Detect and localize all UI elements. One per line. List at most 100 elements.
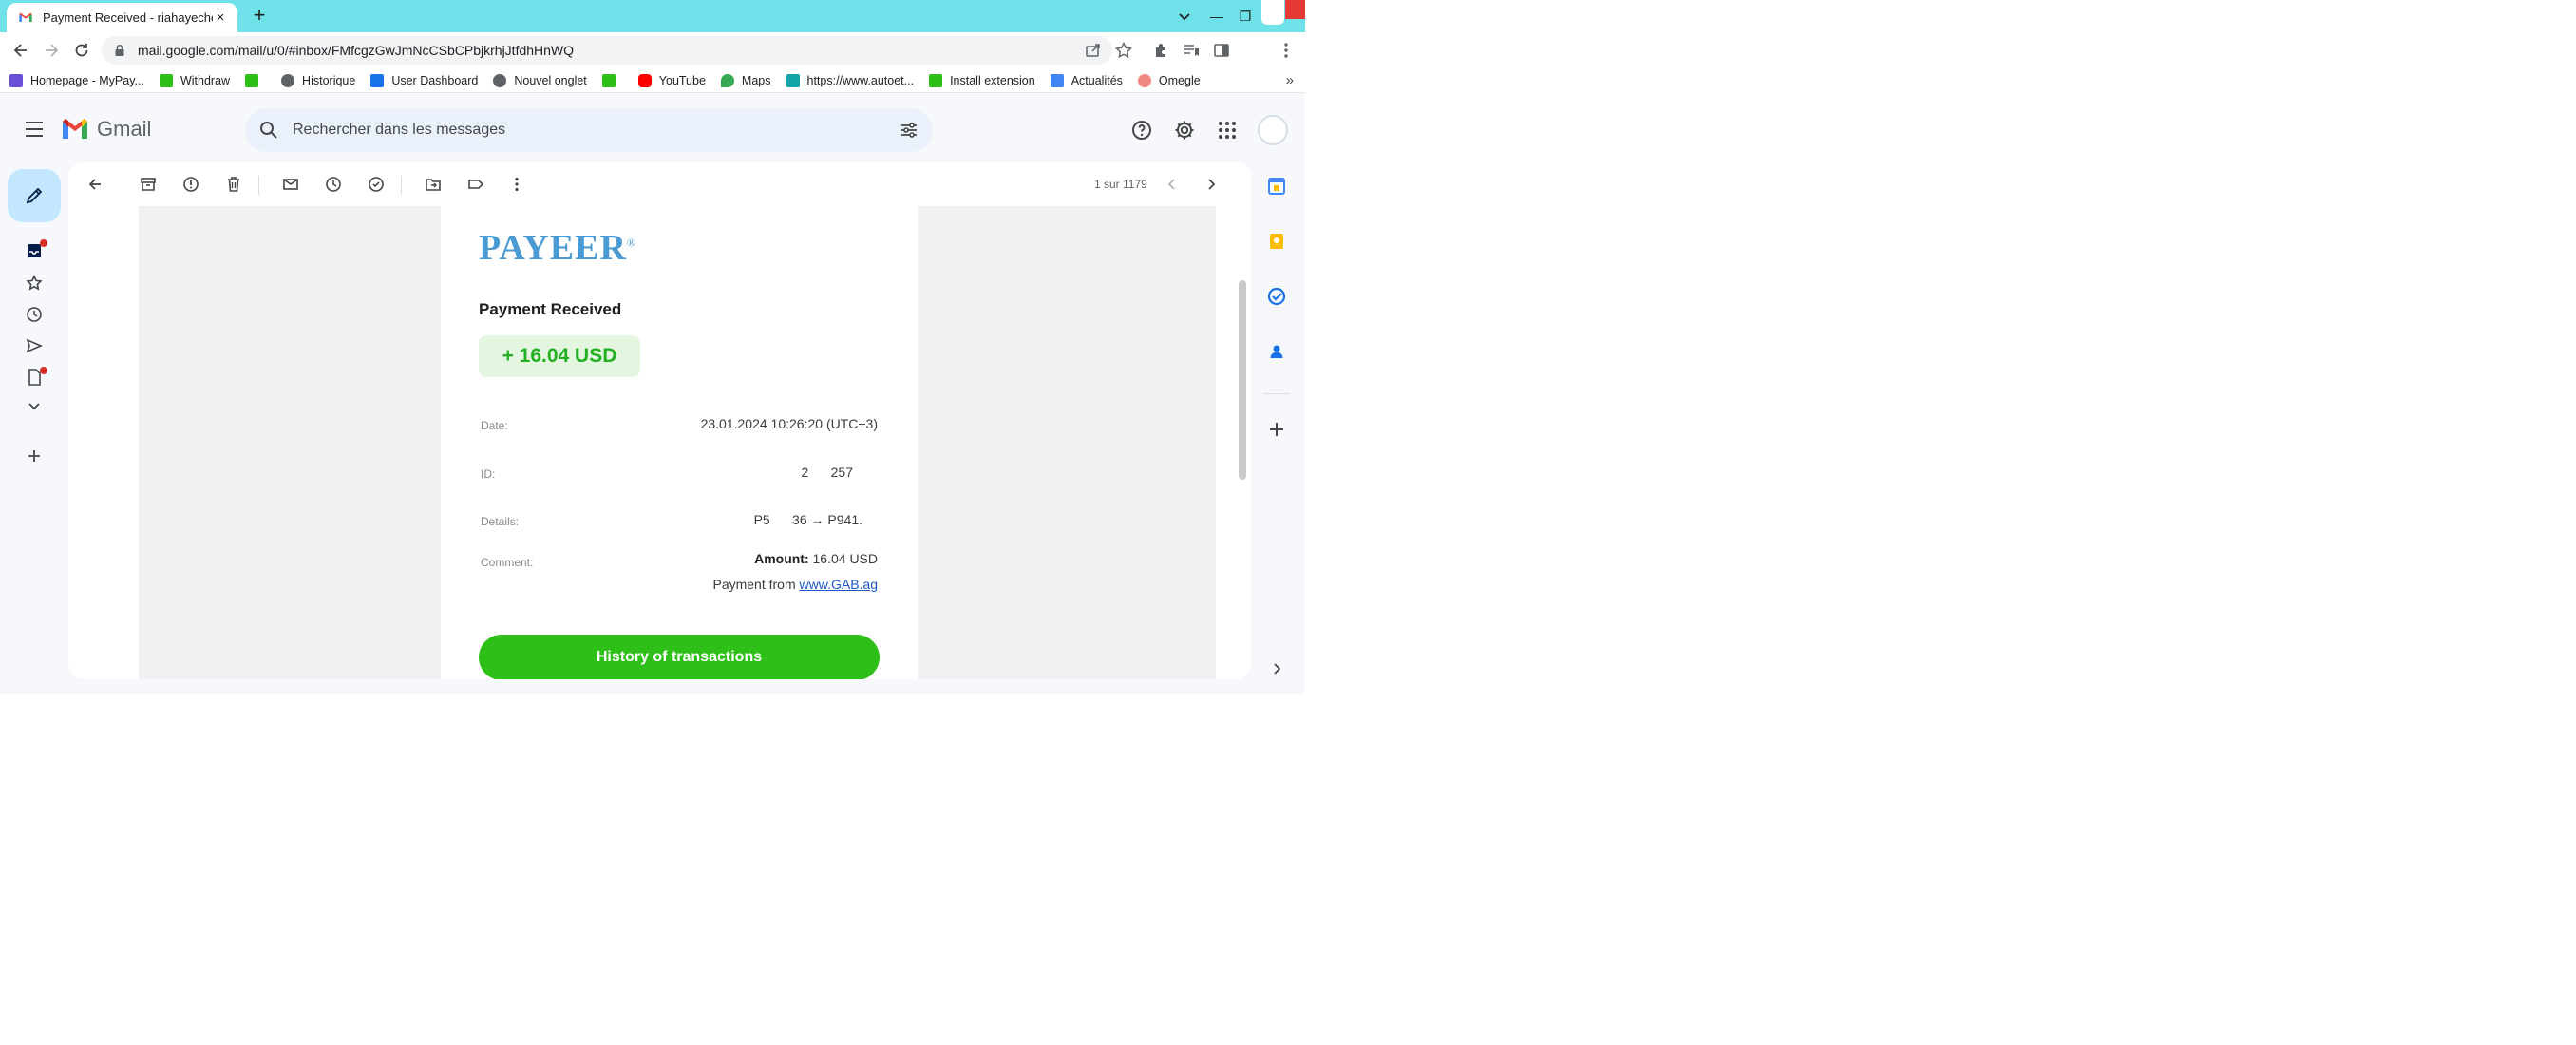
bookmarks-overflow-button[interactable]: » bbox=[1286, 72, 1294, 88]
comment-label: Comment: bbox=[481, 556, 534, 569]
url-text: mail.google.com/mail/u/0/#inbox/FMfcgzGw… bbox=[138, 43, 575, 58]
calendar-icon bbox=[1267, 177, 1286, 196]
gmail-logo[interactable]: Gmail bbox=[61, 117, 151, 142]
more-options-icon[interactable] bbox=[507, 175, 526, 194]
bookmark-autoet[interactable]: https://www.autoet... bbox=[786, 73, 914, 87]
new-tab-button[interactable]: + bbox=[249, 5, 270, 27]
side-get-addons[interactable] bbox=[1265, 418, 1288, 441]
older-chevron-icon[interactable] bbox=[1202, 175, 1221, 194]
comment-payment-from: Payment from www.GAB.ag bbox=[712, 577, 878, 592]
side-tasks[interactable] bbox=[1265, 285, 1288, 308]
mark-unread-icon[interactable] bbox=[281, 175, 300, 194]
back-to-inbox-icon[interactable] bbox=[85, 175, 104, 194]
close-window-button[interactable] bbox=[1285, 0, 1305, 19]
help-icon[interactable] bbox=[1130, 119, 1153, 142]
snooze-clock-icon[interactable] bbox=[324, 175, 343, 194]
message-panel: 1 sur 1179 PAYEER® Payment Received + 16… bbox=[68, 162, 1251, 679]
nav-snoozed[interactable] bbox=[21, 301, 47, 328]
account-avatar[interactable] bbox=[1258, 115, 1288, 145]
browser-menu-icon[interactable] bbox=[1277, 41, 1296, 60]
create-label-button[interactable] bbox=[21, 443, 47, 469]
news-icon bbox=[1050, 73, 1064, 87]
bookmarks-bar: Homepage - MyPay... Withdraw Historique … bbox=[0, 68, 1305, 93]
side-contacts[interactable] bbox=[1265, 340, 1288, 363]
date-label: Date: bbox=[481, 419, 508, 432]
search-icon[interactable] bbox=[258, 120, 279, 141]
history-of-transactions-button[interactable]: History of transactions bbox=[479, 635, 880, 679]
bookmark-payeer[interactable] bbox=[245, 73, 266, 87]
bookmark-youtube[interactable]: YouTube bbox=[637, 73, 706, 87]
delete-trash-icon[interactable] bbox=[224, 175, 243, 194]
main-menu-icon[interactable] bbox=[23, 119, 46, 140]
newer-chevron-icon[interactable] bbox=[1163, 175, 1182, 194]
dashboard-icon bbox=[370, 73, 385, 87]
bookmark-withdraw[interactable]: Withdraw bbox=[159, 73, 230, 87]
settings-gear-icon[interactable] bbox=[1173, 119, 1196, 142]
bookmark-maps[interactable]: Maps bbox=[720, 73, 771, 87]
payeer-logo: PAYEER® bbox=[479, 228, 637, 268]
search-input[interactable]: Rechercher dans les messages bbox=[293, 122, 899, 139]
browser-toolbar: mail.google.com/mail/u/0/#inbox/FMfcgzGw… bbox=[0, 32, 1305, 68]
compose-button[interactable] bbox=[8, 169, 61, 222]
label-icon[interactable] bbox=[466, 175, 485, 194]
bookmark-homepage[interactable]: Homepage - MyPay... bbox=[9, 73, 144, 87]
restore-button[interactable]: ❐ bbox=[1231, 9, 1260, 25]
reload-icon[interactable] bbox=[72, 41, 91, 60]
details-value: P5 36 → P941. bbox=[753, 512, 862, 527]
mypay-icon bbox=[9, 73, 23, 87]
bookmark-payeer-2[interactable] bbox=[601, 73, 623, 87]
move-to-folder-icon[interactable] bbox=[424, 175, 443, 194]
youtube-icon bbox=[637, 73, 652, 87]
tab-strip: Payment Received - riahayechel × + — ❐ bbox=[0, 0, 1305, 32]
share-icon[interactable] bbox=[1084, 41, 1103, 60]
reading-list-icon[interactable] bbox=[1182, 41, 1201, 60]
comment-amount: Amount: 16.04 USD bbox=[754, 551, 878, 566]
unread-badge bbox=[40, 239, 47, 247]
bookmark-star-icon[interactable] bbox=[1114, 41, 1133, 60]
tasks-check-icon bbox=[1267, 287, 1286, 306]
report-spam-icon[interactable] bbox=[181, 175, 200, 194]
close-window-area[interactable] bbox=[1261, 0, 1284, 25]
tab-search-chevron-icon[interactable] bbox=[1176, 8, 1193, 25]
side-panel-expand[interactable] bbox=[1265, 657, 1288, 680]
search-options-icon[interactable] bbox=[899, 120, 919, 141]
id-label: ID: bbox=[481, 467, 496, 481]
bookmark-user-dashboard[interactable]: User Dashboard bbox=[370, 73, 478, 87]
apps-grid-icon[interactable] bbox=[1216, 119, 1239, 142]
bookmark-omegle[interactable]: Omegle bbox=[1137, 73, 1201, 87]
id-value: 2 257 bbox=[801, 465, 853, 480]
lock-icon bbox=[113, 44, 126, 57]
back-arrow-icon[interactable] bbox=[11, 41, 30, 60]
extensions-puzzle-icon[interactable] bbox=[1152, 41, 1171, 60]
minimize-button[interactable]: — bbox=[1203, 9, 1231, 24]
maps-icon bbox=[720, 73, 734, 87]
address-bar[interactable]: mail.google.com/mail/u/0/#inbox/FMfcgzGw… bbox=[102, 36, 1112, 65]
nav-inbox[interactable] bbox=[21, 238, 47, 264]
bookmark-historique[interactable]: Historique bbox=[281, 73, 355, 87]
scrollbar-thumb[interactable] bbox=[1239, 280, 1246, 480]
bookmark-actualites[interactable]: Actualités bbox=[1050, 73, 1123, 87]
plus-icon bbox=[1267, 420, 1286, 439]
archive-icon[interactable] bbox=[139, 175, 158, 194]
search-bar[interactable]: Rechercher dans les messages bbox=[245, 108, 933, 152]
bookmark-nouvel-onglet[interactable]: Nouvel onglet bbox=[493, 73, 587, 87]
nav-more[interactable] bbox=[21, 393, 47, 420]
tab-gmail[interactable]: Payment Received - riahayechel × bbox=[7, 3, 237, 32]
side-calendar[interactable] bbox=[1265, 175, 1288, 198]
nav-sent[interactable] bbox=[21, 332, 47, 359]
tab-close-button[interactable]: × bbox=[213, 10, 228, 26]
amount-badge: + 16.04 USD bbox=[479, 335, 640, 377]
add-to-tasks-icon[interactable] bbox=[367, 175, 386, 194]
toolbar-divider bbox=[258, 176, 259, 195]
side-panel-icon[interactable] bbox=[1212, 41, 1231, 60]
pagination-count: 1 sur 1179 bbox=[1094, 178, 1147, 191]
gab-link[interactable]: www.GAB.ag bbox=[800, 577, 878, 592]
site-icon bbox=[786, 73, 800, 87]
window-controls: — ❐ bbox=[1203, 0, 1260, 32]
bookmark-install-extension[interactable]: Install extension bbox=[929, 73, 1035, 87]
nav-drafts[interactable] bbox=[21, 364, 47, 390]
side-keep[interactable] bbox=[1265, 230, 1288, 253]
globe-icon bbox=[493, 73, 507, 87]
nav-starred[interactable] bbox=[21, 270, 47, 296]
forward-arrow-icon[interactable] bbox=[42, 41, 61, 60]
